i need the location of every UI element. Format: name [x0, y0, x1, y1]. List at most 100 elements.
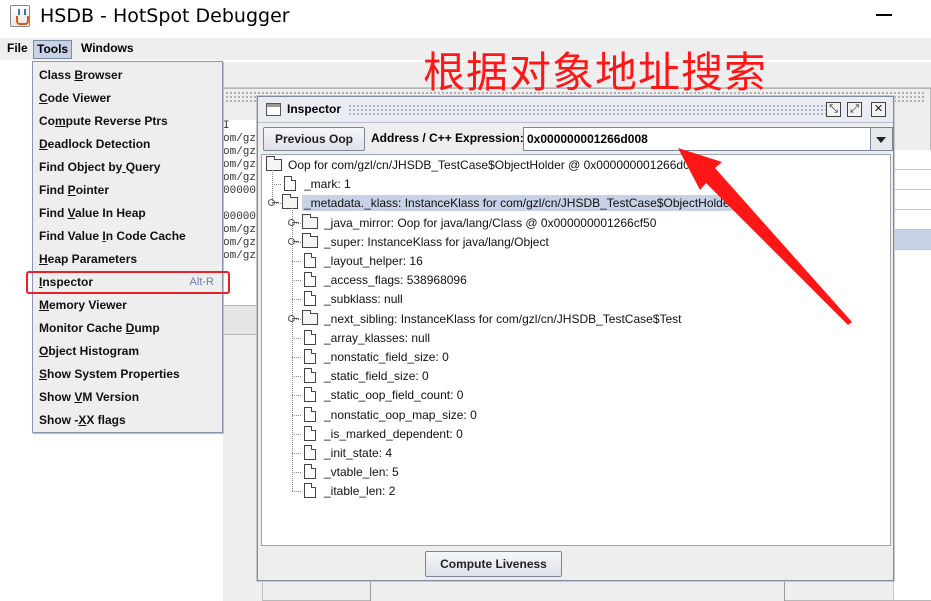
tree-connector: [292, 491, 301, 493]
menu-file[interactable]: File: [4, 40, 31, 59]
tree-node-label: _init_state: 4: [324, 446, 393, 460]
tree-node[interactable]: Oop for com/gzl/cn/JHSDB_TestCase$Object…: [266, 156, 705, 174]
menu-item-find-value-in-code-cache[interactable]: Find Value In Code Cache: [33, 225, 222, 248]
menu-item-find-pointer[interactable]: Find Pointer: [33, 179, 222, 202]
menu-windows[interactable]: Windows: [78, 40, 137, 59]
tree-node[interactable]: _static_oop_field_count: 0: [302, 386, 465, 404]
document-icon: [304, 464, 316, 480]
window-icon: [266, 103, 281, 116]
document-icon: [304, 291, 316, 307]
menu-item-object-histogram[interactable]: Object Histogram: [33, 340, 222, 363]
tree-node-label: _itable_len: 2: [324, 484, 396, 499]
menu-item-label: Heap Parameters: [39, 252, 138, 266]
tree-node-label: _java_mirror: Oop for java/lang/Class @ …: [324, 215, 657, 230]
inspector-titlebar[interactable]: Inspector ⤡ ⤢ ✕: [258, 97, 893, 123]
tree-node-label: _nonstatic_field_size: 0: [324, 350, 449, 364]
tree-node[interactable]: _array_klasses: null: [302, 329, 432, 347]
tree-node[interactable]: _itable_len: 2: [302, 482, 397, 500]
close-icon[interactable]: ✕: [871, 102, 886, 117]
tree-connector: [292, 376, 301, 378]
tree-node-label: _metadata._klass: InstanceKlass for com/…: [302, 195, 736, 212]
tree-node[interactable]: _nonstatic_field_size: 0: [302, 348, 451, 366]
folder-icon: [266, 156, 282, 171]
tree-node[interactable]: _static_field_size: 0: [302, 367, 431, 385]
tree-connector: [292, 395, 301, 397]
tree-node[interactable]: _subklass: null: [302, 290, 405, 308]
menu-item-label: Class Browser: [39, 68, 123, 82]
menu-item-heap-parameters[interactable]: Heap Parameters: [33, 248, 222, 271]
tree-connector: [292, 208, 293, 492]
menu-item-show-system-properties[interactable]: Show System Properties: [33, 363, 222, 386]
menu-item-find-object-by-query[interactable]: Find Object by Query: [33, 156, 222, 179]
menu-item-compute-reverse-ptrs[interactable]: Compute Reverse Ptrs: [33, 110, 222, 133]
document-icon: [284, 176, 296, 192]
menu-item-monitor-cache-dump[interactable]: Monitor Cache Dump: [33, 317, 222, 340]
tree-node[interactable]: _nonstatic_oop_map_size: 0: [302, 406, 479, 424]
tree-node[interactable]: _is_marked_dependent: 0: [302, 425, 465, 443]
tree-connector: [272, 170, 273, 204]
tree-node[interactable]: _next_sibling: InstanceKlass for com/gzl…: [302, 309, 684, 328]
window-title: HSDB - HotSpot Debugger: [40, 5, 290, 27]
tree-node-label: _nonstatic_oop_map_size: 0: [324, 407, 477, 422]
menu-item-inspector[interactable]: Inspector Alt-R: [26, 271, 230, 294]
maximize-icon[interactable]: ⤢: [847, 102, 862, 117]
window-titlebar: HSDB - HotSpot Debugger: [0, 0, 931, 36]
tree-connector: [292, 280, 301, 282]
tree-node[interactable]: _init_state: 4: [302, 444, 394, 462]
tree-connector: [292, 414, 301, 416]
document-icon: [304, 349, 316, 364]
tree-connector: [292, 357, 301, 358]
menu-tools[interactable]: Tools: [33, 40, 73, 59]
menu-item-label: Find Pointer: [39, 183, 110, 197]
background-table-pane: [893, 150, 931, 600]
menu-item-shortcut: Alt-R: [189, 276, 214, 288]
menu-item-show-xx-flags[interactable]: Show -XX flags: [33, 409, 222, 432]
menu-item-label: Show -XX flags: [39, 413, 126, 427]
folder-icon: [302, 309, 318, 325]
menu-item-memory-viewer[interactable]: Memory Viewer: [33, 294, 222, 317]
document-icon: [304, 368, 316, 384]
menu-item-class-browser[interactable]: Class Browser: [33, 64, 222, 87]
folder-icon: [302, 232, 318, 248]
compute-liveness-button[interactable]: Compute Liveness: [425, 551, 562, 577]
tree-node[interactable]: _access_flags: 538968096: [302, 271, 469, 289]
minimize-button[interactable]: [876, 14, 892, 16]
menu-item-code-viewer[interactable]: Code Viewer: [33, 87, 222, 110]
tree-node-label: Oop for com/gzl/cn/JHSDB_TestCase$Object…: [288, 158, 704, 172]
tree-connector: [272, 184, 281, 186]
menu-item-find-value-in-heap[interactable]: Find Value In Heap: [33, 202, 222, 225]
tree-node[interactable]: _super: InstanceKlass for java/lang/Obje…: [302, 232, 551, 251]
menu-item-label: Show VM Version: [39, 390, 140, 404]
previous-oop-button[interactable]: Previous Oop: [263, 127, 365, 151]
inspector-title: Inspector: [287, 102, 348, 116]
menu-item-label: Deadlock Detection: [39, 137, 151, 151]
tools-menu-dropdown: Class Browser Code Viewer Compute Reverse …: [26, 61, 230, 433]
tree-node-label: _static_field_size: 0: [324, 369, 429, 384]
tree-node-label: _layout_helper: 16: [324, 254, 423, 268]
tree-node-label: _access_flags: 538968096: [324, 273, 467, 288]
document-icon: [304, 387, 316, 403]
java-app-icon: [10, 5, 30, 27]
tree-node[interactable]: _metadata._klass: InstanceKlass for com/…: [282, 194, 736, 212]
menu-item-label: Memory Viewer: [39, 298, 127, 312]
menu-item-show-vm-version[interactable]: Show VM Version: [33, 386, 222, 409]
address-input[interactable]: 0x000000001266d008: [523, 127, 871, 151]
tree-node[interactable]: _mark: 1: [282, 175, 353, 193]
menu-item-label: Inspector: [39, 275, 94, 289]
tree-node[interactable]: _vtable_len: 5: [302, 463, 401, 481]
folder-icon: [282, 194, 298, 210]
tree-connector: [292, 337, 301, 339]
menu-item-label: Find Value In Heap: [39, 206, 146, 220]
tree-node-label: _array_klasses: null: [324, 330, 431, 345]
inspector-window: Inspector ⤡ ⤢ ✕ Previous Oop Address / C…: [257, 96, 894, 581]
document-icon: [304, 272, 316, 288]
menu-item-label: Compute Reverse Ptrs: [39, 114, 168, 128]
minimize-icon[interactable]: ⤡: [826, 102, 841, 117]
document-icon: [304, 329, 316, 345]
menu-item-deadlock-detection[interactable]: Deadlock Detection: [33, 133, 222, 156]
tree-node[interactable]: _layout_helper: 16: [302, 252, 425, 270]
tree-connector: [292, 453, 301, 454]
tree-node[interactable]: _java_mirror: Oop for java/lang/Class @ …: [302, 213, 658, 232]
chevron-down-icon[interactable]: [871, 127, 893, 151]
menu-item-label: Code Viewer: [39, 91, 111, 105]
